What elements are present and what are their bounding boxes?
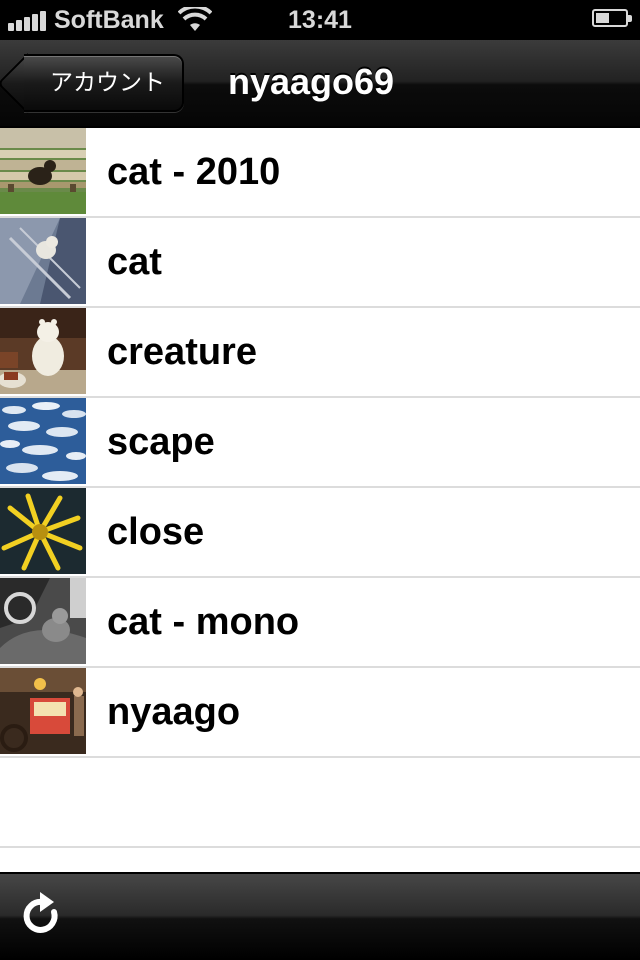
navigation-bar: アカウント nyaago69	[0, 40, 640, 128]
cat-wall-thumb	[0, 218, 86, 304]
plush-toy-thumb	[0, 308, 86, 394]
status-bar: SoftBank 13:41	[0, 0, 640, 40]
set-list: cat - 2010 cat creature scape close cat …	[0, 128, 640, 848]
page-title: nyaago69	[228, 61, 395, 102]
bench-cat-thumb	[0, 128, 86, 214]
list-item[interactable]: close	[0, 488, 640, 578]
back-button-wrap: アカウント	[14, 40, 184, 128]
list-item[interactable]: cat - 2010	[0, 128, 640, 218]
status-time: 13:41	[288, 6, 352, 34]
bottom-toolbar	[0, 872, 640, 960]
list-item[interactable]: cat - mono	[0, 578, 640, 668]
yellow-flower-thumb	[0, 488, 86, 574]
back-button[interactable]: アカウント	[24, 54, 184, 112]
set-title: creature	[107, 331, 257, 373]
empty-row	[0, 758, 640, 848]
cloud-sky-thumb	[0, 398, 86, 484]
set-title: cat	[107, 241, 162, 283]
mono-cat-thumb	[0, 578, 86, 664]
street-cart-thumb	[0, 668, 86, 754]
list-item[interactable]: cat	[0, 218, 640, 308]
set-title: cat - mono	[107, 601, 300, 643]
list-item[interactable]: scape	[0, 398, 640, 488]
list-item[interactable]: nyaago	[0, 668, 640, 758]
battery-icon	[592, 9, 632, 27]
set-title: nyaago	[107, 691, 241, 733]
list-item[interactable]: creature	[0, 308, 640, 398]
refresh-icon[interactable]	[20, 892, 64, 940]
battery-fill	[596, 13, 609, 23]
set-title: scape	[107, 421, 215, 463]
set-title: cat - 2010	[107, 151, 281, 193]
set-title: close	[107, 511, 205, 553]
